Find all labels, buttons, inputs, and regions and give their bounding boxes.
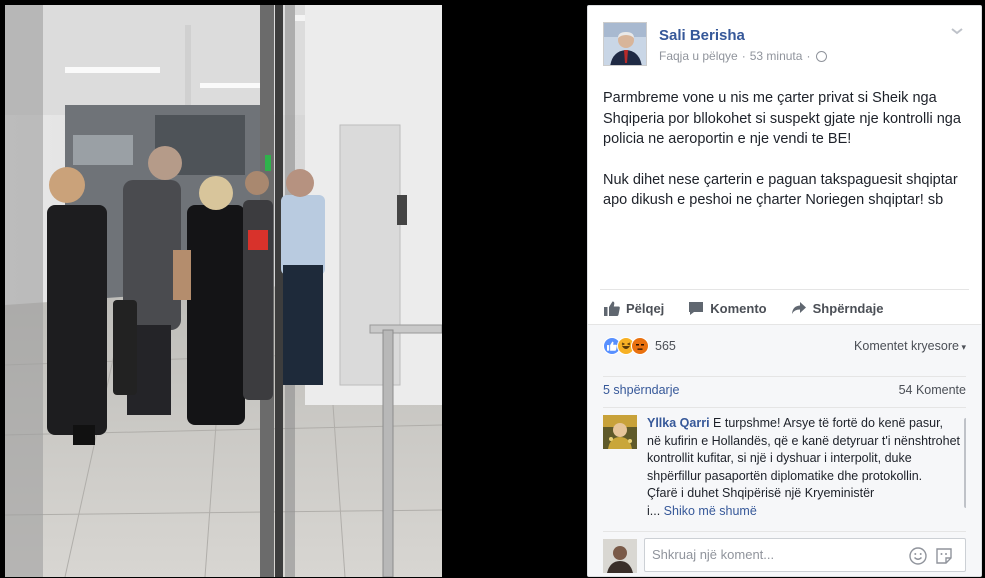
- thumbs-up-icon: [604, 301, 620, 316]
- comment-body: Yllka Qarri E turpshme! Arsye të fortë d…: [647, 415, 960, 520]
- reactions-count[interactable]: 565: [655, 339, 676, 353]
- post-timestamp[interactable]: 53 minuta: [750, 49, 803, 63]
- post-header: Sali Berisha Faqja u pëlqye · 53 minuta …: [588, 6, 981, 72]
- comment-item: Yllka Qarri E turpshme! Arsye të fortë d…: [603, 407, 966, 523]
- shares-count-link[interactable]: 5 shpërndarje: [603, 383, 679, 400]
- current-user-avatar: [603, 539, 637, 573]
- top-comments-dropdown[interactable]: Komentet kryesore: [854, 339, 966, 353]
- page-like-label[interactable]: Faqja u pëlqye: [659, 49, 738, 63]
- comment-label: Komento: [710, 301, 767, 316]
- comment-button[interactable]: Komento: [688, 301, 767, 316]
- comments-count-link[interactable]: 54 Komente: [899, 383, 966, 400]
- meta-separator-2: ·: [806, 49, 811, 63]
- comment-input[interactable]: [652, 547, 892, 562]
- angry-reaction-icon[interactable]: [631, 337, 649, 355]
- chevron-down-icon[interactable]: [950, 26, 964, 36]
- feedback-area: 565 Komentet kryesore 5 shpërndarje 54 K…: [588, 324, 981, 576]
- like-label: Pëlqej: [626, 301, 665, 316]
- comment-input-box[interactable]: [644, 538, 966, 572]
- comment-composer: [603, 531, 966, 573]
- commenter-avatar-image: [603, 415, 637, 449]
- shares-comments-row: 5 shpërndarje 54 Komente: [603, 376, 966, 400]
- author-avatar[interactable]: [603, 22, 647, 66]
- post-meta: Faqja u pëlqye · 53 minuta ·: [659, 49, 828, 63]
- reactions-row: 565 Komentet kryesore: [603, 335, 966, 357]
- commenter-avatar[interactable]: [603, 415, 637, 449]
- post-paragraph: Parmbreme vone u nis me çarter privat si…: [603, 90, 961, 147]
- post-actions-bar: Pëlqej Komento Shpërndaje: [600, 289, 969, 319]
- speech-bubble-icon: [689, 302, 704, 315]
- author-avatar-image: [604, 23, 646, 65]
- comments-scrollbar[interactable]: [964, 418, 966, 508]
- share-arrow-icon: [791, 302, 806, 314]
- share-label: Shpërndaje: [812, 301, 884, 316]
- like-button[interactable]: Pëlqej: [604, 301, 664, 316]
- see-more-link[interactable]: Shiko më shumë: [664, 504, 757, 518]
- facebook-post-panel: Sali Berisha Faqja u pëlqye · 53 minuta …: [587, 5, 982, 577]
- comment-text-continued: Çfarë i duhet Shqipërisë një Kryeministë…: [647, 486, 875, 500]
- post-paragraph: Nuk dihet nese çarterin e paguan takspag…: [603, 171, 958, 209]
- sticker-icon[interactable]: [935, 547, 953, 565]
- airport-scene-image: [5, 5, 442, 577]
- comment-ellipsis: i...: [647, 503, 664, 518]
- meta-separator: ·: [741, 49, 746, 63]
- post-photo[interactable]: [5, 5, 442, 577]
- comment-author-link[interactable]: Yllka Qarri: [647, 416, 710, 430]
- globe-icon: [816, 50, 828, 62]
- smiley-icon[interactable]: [909, 547, 927, 565]
- page-name-link[interactable]: Sali Berisha: [659, 27, 745, 44]
- share-button[interactable]: Shpërndaje: [791, 301, 884, 316]
- post-text: Parmbreme vone u nis me çarter privat si…: [603, 88, 973, 231]
- current-user-avatar-image: [603, 539, 637, 573]
